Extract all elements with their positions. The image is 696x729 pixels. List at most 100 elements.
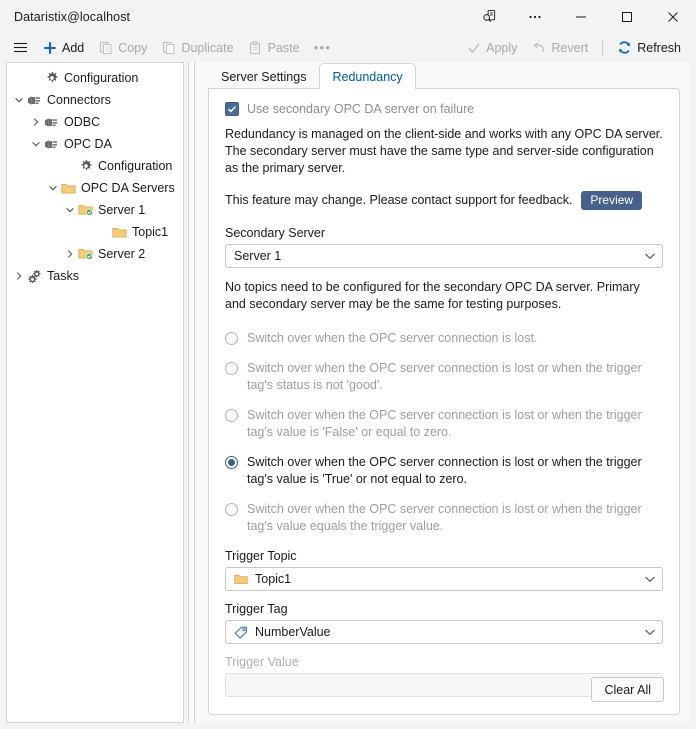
preview-badge: Preview xyxy=(581,191,642,210)
toolbar-overflow-button[interactable]: ••• xyxy=(307,37,339,58)
trigger-value-label: Trigger Value xyxy=(225,655,663,669)
folder-check-icon xyxy=(77,246,94,262)
tree-item-label: Topic1 xyxy=(132,225,168,239)
refresh-icon xyxy=(617,40,632,55)
tree-item-opc-da[interactable]: OPC DA xyxy=(7,133,183,155)
radio-button-5[interactable] xyxy=(225,503,238,516)
trigger-tag-value: NumberValue xyxy=(255,625,331,639)
trigger-topic-label: Trigger Topic xyxy=(225,549,663,563)
tree-item-server-1[interactable]: Server 1 xyxy=(7,199,183,221)
navigation-tree-panel[interactable]: ConfigurationConnectorsODBCOPC DAConfigu… xyxy=(6,62,184,723)
duplicate-button[interactable]: Duplicate xyxy=(154,37,240,58)
window-title: Dataristix@localhost xyxy=(14,10,130,24)
switchover-option-5[interactable]: Switch over when the OPC server connecti… xyxy=(225,501,663,535)
title-bar: Dataristix@localhost xyxy=(0,0,696,33)
search-document-icon[interactable] xyxy=(466,0,512,33)
window-controls xyxy=(466,0,696,33)
chevron-right-icon[interactable] xyxy=(29,115,43,129)
add-button[interactable]: Add xyxy=(35,37,91,58)
tree-item-odbc[interactable]: ODBC xyxy=(7,111,183,133)
chevron-down-icon xyxy=(644,625,656,639)
trigger-topic-value: Topic1 xyxy=(255,572,291,586)
tree-item-connectors[interactable]: Connectors xyxy=(7,89,183,111)
refresh-button[interactable]: Refresh xyxy=(610,37,688,58)
trigger-topic-value-wrap: Topic1 xyxy=(234,572,644,586)
feature-note-row: This feature may change. Please contact … xyxy=(225,191,663,210)
tab-redundancy[interactable]: Redundancy xyxy=(319,63,415,89)
revert-button[interactable]: Revert xyxy=(524,37,595,58)
tree-item-configuration[interactable]: Configuration xyxy=(7,155,183,177)
copy-label: Copy xyxy=(118,41,147,55)
more-options-icon[interactable] xyxy=(512,0,558,33)
plug-icon xyxy=(43,136,60,152)
chevron-down-icon[interactable] xyxy=(12,93,26,107)
switchover-option-3[interactable]: Switch over when the OPC server connecti… xyxy=(225,407,663,441)
radio-button-2[interactable] xyxy=(225,362,238,375)
minimize-icon[interactable] xyxy=(558,0,604,33)
copy-icon xyxy=(98,40,113,55)
tasks-gears-icon xyxy=(26,268,43,284)
radio-button-4[interactable] xyxy=(225,456,238,469)
toolbar-separator xyxy=(602,39,603,56)
apply-label: Apply xyxy=(486,41,517,55)
folder-icon xyxy=(60,180,77,196)
tree-item-opc-da-servers[interactable]: OPC DA Servers xyxy=(7,177,183,199)
clear-all-wrap: Clear All xyxy=(591,677,664,702)
radio-label-2: Switch over when the OPC server connecti… xyxy=(247,360,663,394)
undo-icon xyxy=(531,40,546,55)
chevron-down-icon[interactable] xyxy=(46,181,60,195)
detail-panel: Server Settings Redundancy Use secondary… xyxy=(197,62,690,723)
radio-button-3[interactable] xyxy=(225,409,238,422)
chevron-right-icon[interactable] xyxy=(12,269,26,283)
revert-label: Revert xyxy=(551,41,588,55)
switchover-radio-group: Switch over when the OPC server connecti… xyxy=(225,330,663,535)
use-secondary-server-row[interactable]: Use secondary OPC DA server on failure xyxy=(225,102,663,116)
folder-icon xyxy=(111,224,128,240)
plug-icon xyxy=(43,114,60,130)
workspace: ConfigurationConnectorsODBCOPC DAConfigu… xyxy=(0,62,696,729)
check-icon xyxy=(466,40,481,55)
tree-item-label: Server 2 xyxy=(98,247,145,261)
tree-item-server-2[interactable]: Server 2 xyxy=(7,243,183,265)
secondary-server-label: Secondary Server xyxy=(225,226,663,240)
chevron-right-icon[interactable] xyxy=(63,247,77,261)
chevron-down-icon[interactable] xyxy=(63,203,77,217)
tab-strip: Server Settings Redundancy xyxy=(197,62,690,89)
radio-label-5: Switch over when the OPC server connecti… xyxy=(247,501,663,535)
tree-item-label: Configuration xyxy=(64,71,138,85)
switchover-option-2[interactable]: Switch over when the OPC server connecti… xyxy=(225,360,663,394)
radio-button-1[interactable] xyxy=(225,332,238,345)
plus-icon xyxy=(42,40,57,55)
hamburger-menu-button[interactable] xyxy=(6,37,35,58)
duplicate-icon xyxy=(161,40,176,55)
close-icon[interactable] xyxy=(650,0,696,33)
tree-item-label: ODBC xyxy=(64,115,100,129)
tree-item-topic1[interactable]: Topic1 xyxy=(7,221,183,243)
folder-check-icon xyxy=(77,202,94,218)
clear-all-button[interactable]: Clear All xyxy=(591,677,664,702)
trigger-topic-select[interactable]: Topic1 xyxy=(225,567,663,591)
secondary-server-select[interactable]: Server 1 xyxy=(225,244,663,268)
folder-icon xyxy=(234,573,248,585)
chevron-down-icon[interactable] xyxy=(29,137,43,151)
topics-note: No topics need to be configured for the … xyxy=(225,279,663,313)
maximize-icon[interactable] xyxy=(604,0,650,33)
apply-button[interactable]: Apply xyxy=(459,37,524,58)
switchover-option-4[interactable]: Switch over when the OPC server connecti… xyxy=(225,454,663,488)
radio-label-1: Switch over when the OPC server connecti… xyxy=(247,330,537,347)
tab-server-settings[interactable]: Server Settings xyxy=(208,63,319,89)
use-secondary-server-checkbox[interactable] xyxy=(225,102,239,116)
tree-item-tasks[interactable]: Tasks xyxy=(7,265,183,287)
refresh-label: Refresh xyxy=(637,41,681,55)
paste-button[interactable]: Paste xyxy=(241,37,307,58)
switchover-option-1[interactable]: Switch over when the OPC server connecti… xyxy=(225,330,663,347)
intro-paragraph: Redundancy is managed on the client-side… xyxy=(225,126,663,177)
use-secondary-server-label: Use secondary OPC DA server on failure xyxy=(247,102,474,116)
overflow-dots-icon: ••• xyxy=(314,40,332,55)
redundancy-tab-panel: Use secondary OPC DA server on failure R… xyxy=(208,88,680,715)
trigger-tag-select[interactable]: NumberValue xyxy=(225,620,663,644)
tree-item-configuration[interactable]: Configuration xyxy=(7,67,183,89)
panel-splitter[interactable] xyxy=(184,62,197,723)
copy-button[interactable]: Copy xyxy=(91,37,154,58)
add-label: Add xyxy=(62,41,84,55)
